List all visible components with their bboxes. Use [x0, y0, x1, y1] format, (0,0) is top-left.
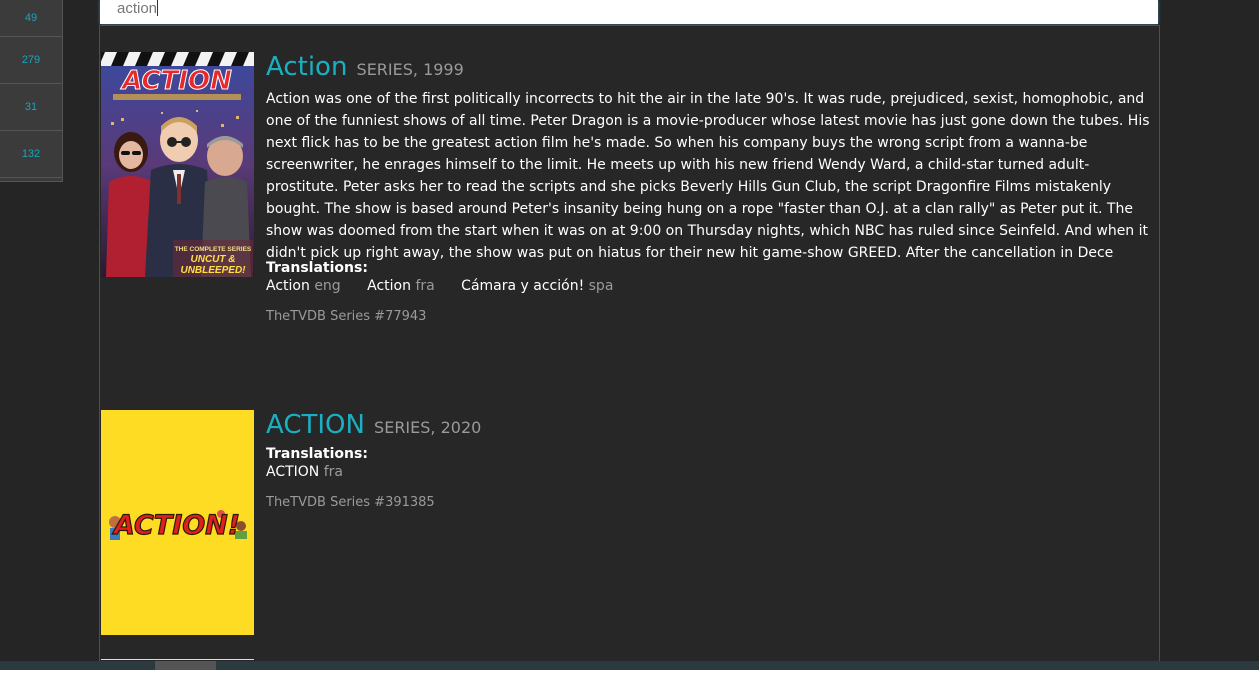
translation-title: ACTION: [266, 464, 320, 480]
result-title[interactable]: Action: [266, 52, 347, 82]
horizontal-scrollbar-thumb[interactable]: [155, 661, 216, 670]
result-info: Action SERIES, 1999 Action was one of th…: [266, 52, 1152, 324]
result-title-line: Action SERIES, 1999: [266, 52, 1152, 88]
translations-label: Translations:: [266, 446, 368, 462]
left-count-rail: 49 279 31 132: [0, 0, 63, 182]
result-meta: SERIES, 1999: [356, 60, 464, 79]
count-item-3[interactable]: 31: [0, 84, 62, 131]
translation-lang: fra: [323, 464, 343, 480]
translation-item: ACTION fra: [266, 464, 343, 480]
result-overview: Action was one of the first politically …: [266, 91, 1150, 260]
poster-caption-3: UNBLEEPED!: [180, 265, 246, 276]
poster-image[interactable]: ACTION THE COMPLETE SERIES UNCUT & UNBLE…: [101, 52, 254, 277]
translation-item: Action eng: [266, 278, 341, 294]
translations-list: Action eng Action fra Cámara y acción! s…: [266, 276, 1152, 296]
translation-lang: fra: [415, 278, 435, 294]
result-source-id: TheTVDB Series #77943: [266, 309, 427, 324]
result-meta: SERIES, 2020: [374, 418, 482, 437]
result-title-line: ACTION SERIES, 2020: [266, 410, 1152, 446]
translation-lang: eng: [314, 278, 341, 294]
poster-headline: ACTION: [120, 66, 232, 96]
text-caret: [157, 0, 159, 16]
result-source-id: TheTVDB Series #391385: [266, 495, 435, 510]
result-info: ACTION SERIES, 2020 Translations: ACTION…: [266, 410, 1152, 510]
poster-caption-2: UNCUT &: [191, 254, 236, 265]
page-footer-area: [0, 670, 1259, 695]
count-item-4[interactable]: 132: [0, 131, 62, 178]
poster-image[interactable]: ACTION!: [101, 410, 254, 635]
result-title[interactable]: ACTION: [266, 410, 365, 440]
translations-list: ACTION fra: [266, 462, 1152, 482]
count-item-2[interactable]: 279: [0, 37, 62, 84]
translation-title: Action: [367, 278, 411, 294]
translation-item: Cámara y acción! spa: [461, 278, 613, 294]
poster-headline: ACTION!: [112, 510, 240, 541]
translation-lang: spa: [588, 278, 614, 294]
translation-item: Action fra: [367, 278, 435, 294]
search-input[interactable]: action: [100, 0, 1158, 24]
count-item-1[interactable]: 49: [0, 0, 62, 37]
translation-title: Cámara y acción!: [461, 278, 585, 294]
translation-title: Action: [266, 278, 310, 294]
search-input-value: action: [117, 0, 158, 17]
search-results-panel: ACTION THE COMPLETE SERIES UNCUT & UNBLE…: [99, 25, 1160, 670]
poster-caption-1: THE COMPLETE SERIES: [175, 246, 252, 253]
translations-label: Translations:: [266, 260, 368, 276]
